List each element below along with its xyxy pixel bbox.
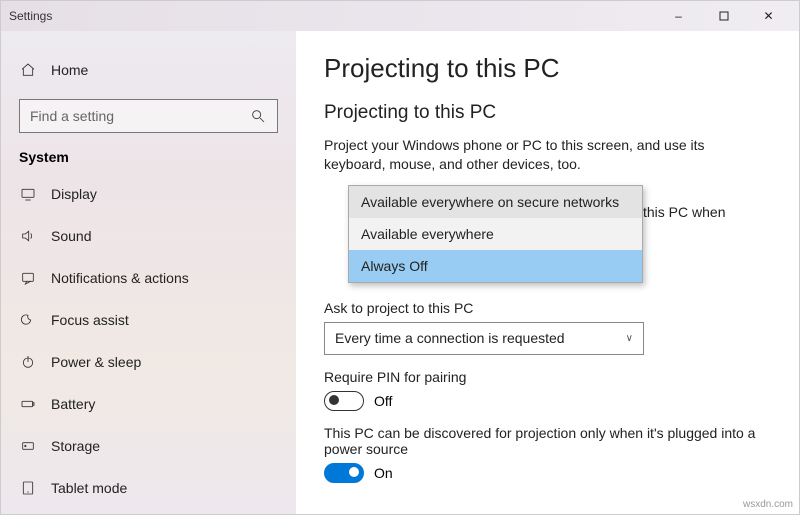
- sidebar-item-label: Tablet mode: [51, 480, 278, 496]
- search-icon: [249, 107, 267, 125]
- window-title: Settings: [9, 9, 656, 23]
- availability-dropdown[interactable]: Available everywhere on secure networks …: [348, 185, 643, 283]
- sidebar-item-sound[interactable]: Sound: [1, 215, 296, 257]
- sidebar-item-label: Power & sleep: [51, 354, 278, 370]
- dropdown-option[interactable]: Available everywhere on secure networks: [349, 186, 642, 218]
- pin-toggle-row: Off: [324, 391, 769, 411]
- home-icon: [19, 61, 37, 79]
- sidebar-category: System: [1, 149, 296, 165]
- page-title: Projecting to this PC: [324, 53, 769, 84]
- close-button[interactable]: ✕: [746, 1, 791, 31]
- pin-label: Require PIN for pairing: [324, 369, 769, 385]
- sidebar-item-label: Battery: [51, 396, 278, 412]
- focus-assist-icon: [19, 311, 37, 329]
- sound-icon: [19, 227, 37, 245]
- section-title: Projecting to this PC: [324, 102, 769, 124]
- notifications-icon: [19, 269, 37, 287]
- tablet-icon: [19, 479, 37, 497]
- sidebar-item-label: Notifications & actions: [51, 270, 278, 286]
- dropdown-option[interactable]: Always Off: [349, 250, 642, 282]
- sidebar-item-display[interactable]: Display: [1, 173, 296, 215]
- ask-label: Ask to project to this PC: [324, 300, 769, 316]
- ask-value: Every time a connection is requested: [335, 330, 626, 346]
- sidebar-item-notifications[interactable]: Notifications & actions: [1, 257, 296, 299]
- battery-icon: [19, 395, 37, 413]
- ask-combobox[interactable]: Every time a connection is requested ∨: [324, 322, 644, 355]
- sidebar-item-label: Sound: [51, 228, 278, 244]
- titlebar: Settings – ✕: [1, 1, 799, 31]
- discover-toggle-text: On: [374, 465, 393, 481]
- behind-fragment: this PC when: [643, 204, 725, 220]
- sidebar-home-label: Home: [51, 62, 278, 78]
- display-icon: [19, 185, 37, 203]
- discover-label: This PC can be discovered for projection…: [324, 425, 764, 457]
- sidebar-home[interactable]: Home: [1, 49, 296, 91]
- sidebar-item-tablet-mode[interactable]: Tablet mode: [1, 467, 296, 509]
- page-description: Project your Windows phone or PC to this…: [324, 136, 764, 174]
- power-icon: [19, 353, 37, 371]
- discover-toggle-row: On: [324, 463, 769, 483]
- sidebar-item-focus-assist[interactable]: Focus assist: [1, 299, 296, 341]
- discover-toggle[interactable]: [324, 463, 364, 483]
- dropdown-option[interactable]: Available everywhere: [349, 218, 642, 250]
- chevron-down-icon: ∨: [626, 333, 633, 344]
- sidebar-item-label: Display: [51, 186, 278, 202]
- pin-toggle[interactable]: [324, 391, 364, 411]
- pin-toggle-text: Off: [374, 393, 392, 409]
- window-controls: – ✕: [656, 1, 791, 31]
- storage-icon: [19, 437, 37, 455]
- maximize-button[interactable]: [701, 1, 746, 31]
- search-input[interactable]: Find a setting: [19, 99, 278, 133]
- sidebar-item-battery[interactable]: Battery: [1, 383, 296, 425]
- sidebar-item-label: Storage: [51, 438, 278, 454]
- minimize-button[interactable]: –: [656, 1, 701, 31]
- watermark: wsxdn.com: [743, 499, 793, 510]
- search-placeholder: Find a setting: [30, 108, 249, 124]
- sidebar-item-label: Focus assist: [51, 312, 278, 328]
- sidebar-item-storage[interactable]: Storage: [1, 425, 296, 467]
- sidebar-item-power-sleep[interactable]: Power & sleep: [1, 341, 296, 383]
- sidebar: Home Find a setting System Display Sound: [1, 31, 296, 514]
